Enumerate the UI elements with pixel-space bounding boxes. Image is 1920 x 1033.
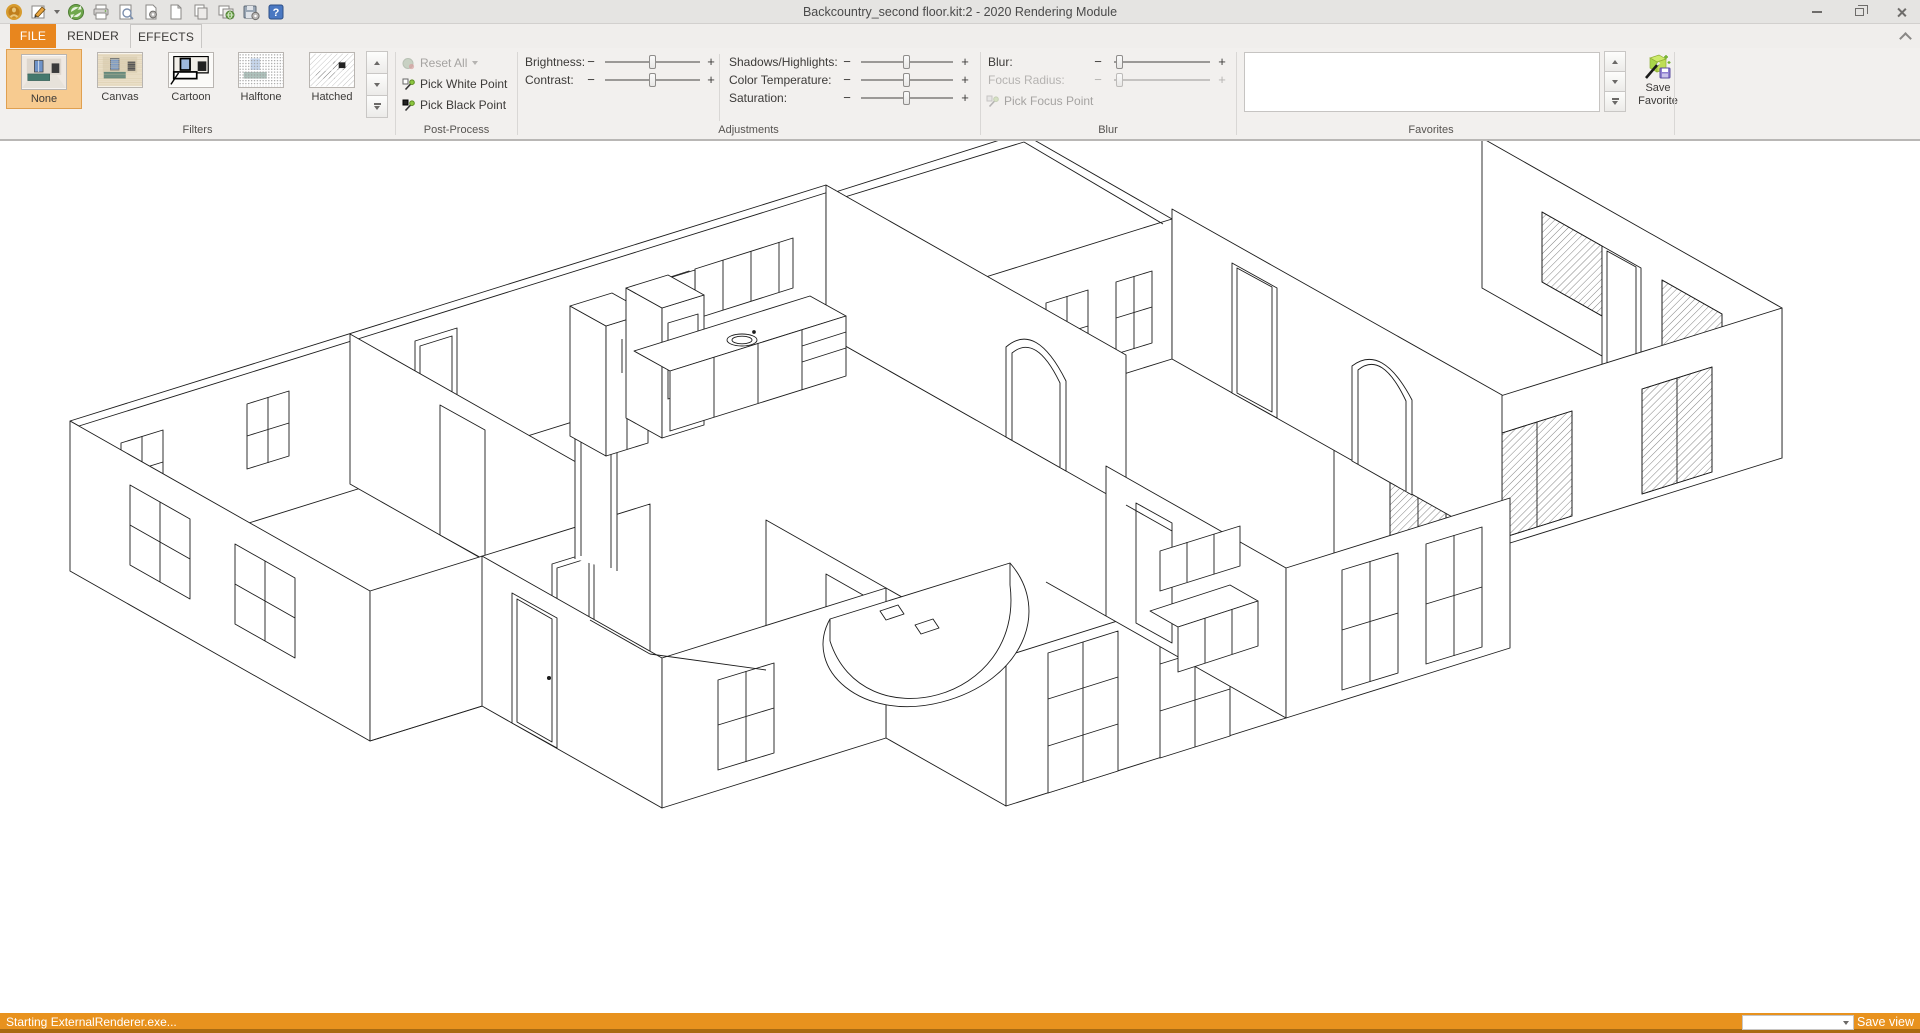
blur-row: Blur: − + — [980, 54, 1236, 70]
blur-label: Blur: — [988, 55, 1013, 69]
minimize-button[interactable] — [1804, 2, 1830, 22]
favorites-scroll-up-icon[interactable] — [1604, 51, 1626, 72]
filter-halftone[interactable]: Halftone — [234, 52, 288, 103]
close-button[interactable] — [1888, 2, 1914, 22]
pick-black-point-button[interactable]: Pick Black Point — [402, 98, 506, 112]
group-favorites: Save Favorite Favorites — [1236, 48, 1674, 139]
saturation-label: Saturation: — [729, 91, 787, 105]
shadows-highlights-decrease-button[interactable]: − — [841, 54, 853, 69]
save-view-button[interactable]: Save view — [1857, 1015, 1914, 1029]
color-temperature-increase-button[interactable]: + — [959, 72, 971, 87]
blur-group-label: Blur — [980, 124, 1236, 136]
post-process-group-label: Post-Process — [396, 124, 517, 136]
focus-radius-row: Focus Radius: − + — [980, 72, 1236, 88]
tab-render[interactable]: RENDER — [64, 24, 122, 48]
saturation-slider[interactable] — [861, 97, 953, 99]
shadows-highlights-increase-button[interactable]: + — [959, 54, 971, 69]
restore-button[interactable] — [1846, 2, 1872, 22]
filter-hatched-thumbnail — [309, 52, 355, 88]
rendering-module-window: ? Backcountry_second floor.kit:2 - 2020 … — [0, 0, 1920, 1033]
filter-none[interactable]: None — [6, 49, 82, 109]
status-message: Starting ExternalRenderer.exe... — [6, 1015, 177, 1029]
favorites-group-label: Favorites — [1236, 124, 1626, 136]
filter-canvas[interactable]: Canvas — [93, 52, 147, 103]
filter-hatched[interactable]: Hatched — [305, 52, 359, 103]
filters-gallery-more-icon[interactable] — [366, 95, 388, 118]
blur-slider-thumb[interactable] — [1116, 55, 1123, 69]
filter-halftone-thumbnail — [238, 52, 284, 88]
shadows-highlights-slider-thumb[interactable] — [903, 55, 910, 69]
view-selector[interactable] — [1742, 1015, 1854, 1030]
favorites-list[interactable] — [1244, 52, 1600, 112]
filter-canvas-thumbnail — [97, 52, 143, 88]
reset-all-dropdown-arrow — [472, 61, 478, 65]
color-temperature-decrease-button[interactable]: − — [841, 72, 853, 87]
reset-all-label: Reset All — [420, 56, 467, 70]
filter-hatched-label: Hatched — [305, 91, 359, 103]
reset-all-button[interactable]: Reset All — [402, 56, 478, 70]
tab-effects[interactable]: EFFECTS — [130, 24, 202, 48]
color-temperature-slider[interactable] — [861, 79, 953, 81]
saturation-slider-thumb[interactable] — [903, 91, 910, 105]
filters-scroll-down-icon[interactable] — [366, 73, 388, 96]
filter-cartoon[interactable]: Cartoon — [164, 52, 218, 103]
floor-plan-drawing — [0, 141, 1920, 1013]
pick-black-point-label: Pick Black Point — [420, 98, 506, 112]
group-blur: Blur: − + Focus Radius: − + Pick Focus P… — [980, 48, 1236, 139]
pick-focus-point-button[interactable]: Pick Focus Point — [986, 94, 1093, 108]
focus-radius-increase-button[interactable]: + — [1216, 72, 1228, 87]
window-controls — [1804, 0, 1914, 24]
shadows-highlights-label: Shadows/Highlights: — [729, 55, 838, 69]
status-bar: Starting ExternalRenderer.exe... Save vi… — [0, 1013, 1920, 1033]
filters-scroll-up-icon[interactable] — [366, 51, 388, 74]
saturation-increase-button[interactable]: + — [959, 90, 971, 105]
collapse-ribbon-icon[interactable] — [1901, 32, 1910, 38]
favorites-scroll — [1604, 52, 1626, 112]
favorites-more-icon[interactable] — [1604, 91, 1626, 112]
saturation-decrease-button[interactable]: − — [841, 90, 853, 105]
render-canvas[interactable] — [0, 141, 1920, 1013]
blur-increase-button[interactable]: + — [1216, 54, 1228, 69]
group-post-process: Reset All Pick White Point Pick Black Po… — [396, 48, 517, 139]
save-favorite-icon — [1644, 52, 1672, 80]
ribbon-separator — [1674, 52, 1675, 135]
title-bar: ? Backcountry_second floor.kit:2 - 2020 … — [0, 0, 1920, 24]
window-title: Backcountry_second floor.kit:2 - 2020 Re… — [0, 0, 1920, 24]
group-adjustments: Brightness: − + Contrast: − + Shadows/Hi… — [517, 48, 980, 139]
view-selector-arrow-icon — [1843, 1021, 1849, 1025]
filter-halftone-label: Halftone — [234, 91, 288, 103]
focus-radius-decrease-button[interactable]: − — [1092, 72, 1104, 87]
focus-radius-label: Focus Radius: — [988, 73, 1065, 87]
filters-gallery-scroll — [366, 52, 388, 118]
ribbon-tab-row: FILE RENDER EFFECTS — [0, 24, 1920, 48]
focus-radius-slider[interactable] — [1114, 79, 1210, 81]
kitchen-right-wall — [826, 185, 1126, 505]
adjustments-group-label: Adjustments — [517, 124, 980, 136]
tab-file[interactable]: FILE — [10, 24, 56, 48]
color-temperature-slider-thumb[interactable] — [903, 73, 910, 87]
filter-cartoon-label: Cartoon — [164, 91, 218, 103]
ribbon-effects: None Canvas Cartoon Halftone — [0, 48, 1920, 141]
shadows-highlights-slider[interactable] — [861, 61, 953, 63]
filter-none-thumbnail — [21, 54, 67, 90]
pick-white-point-label: Pick White Point — [420, 77, 507, 91]
blur-slider[interactable] — [1114, 61, 1210, 63]
focus-radius-slider-thumb[interactable] — [1116, 73, 1123, 87]
filter-cartoon-thumbnail — [168, 52, 214, 88]
pick-focus-point-label: Pick Focus Point — [1004, 94, 1093, 108]
filter-canvas-label: Canvas — [93, 91, 147, 103]
blur-decrease-button[interactable]: − — [1092, 54, 1104, 69]
filters-group-label: Filters — [0, 124, 395, 136]
pick-white-point-button[interactable]: Pick White Point — [402, 77, 507, 91]
shadows-highlights-row: Shadows/Highlights: − + — [517, 54, 980, 70]
color-temperature-row: Color Temperature: − + — [517, 72, 980, 88]
filter-none-label: None — [7, 93, 81, 105]
save-favorite-label: Save Favorite — [1638, 82, 1678, 107]
saturation-row: Saturation: − + — [517, 90, 980, 106]
group-filters: None Canvas Cartoon Halftone — [0, 48, 395, 139]
favorites-scroll-down-icon[interactable] — [1604, 71, 1626, 92]
color-temperature-label: Color Temperature: — [729, 73, 832, 87]
